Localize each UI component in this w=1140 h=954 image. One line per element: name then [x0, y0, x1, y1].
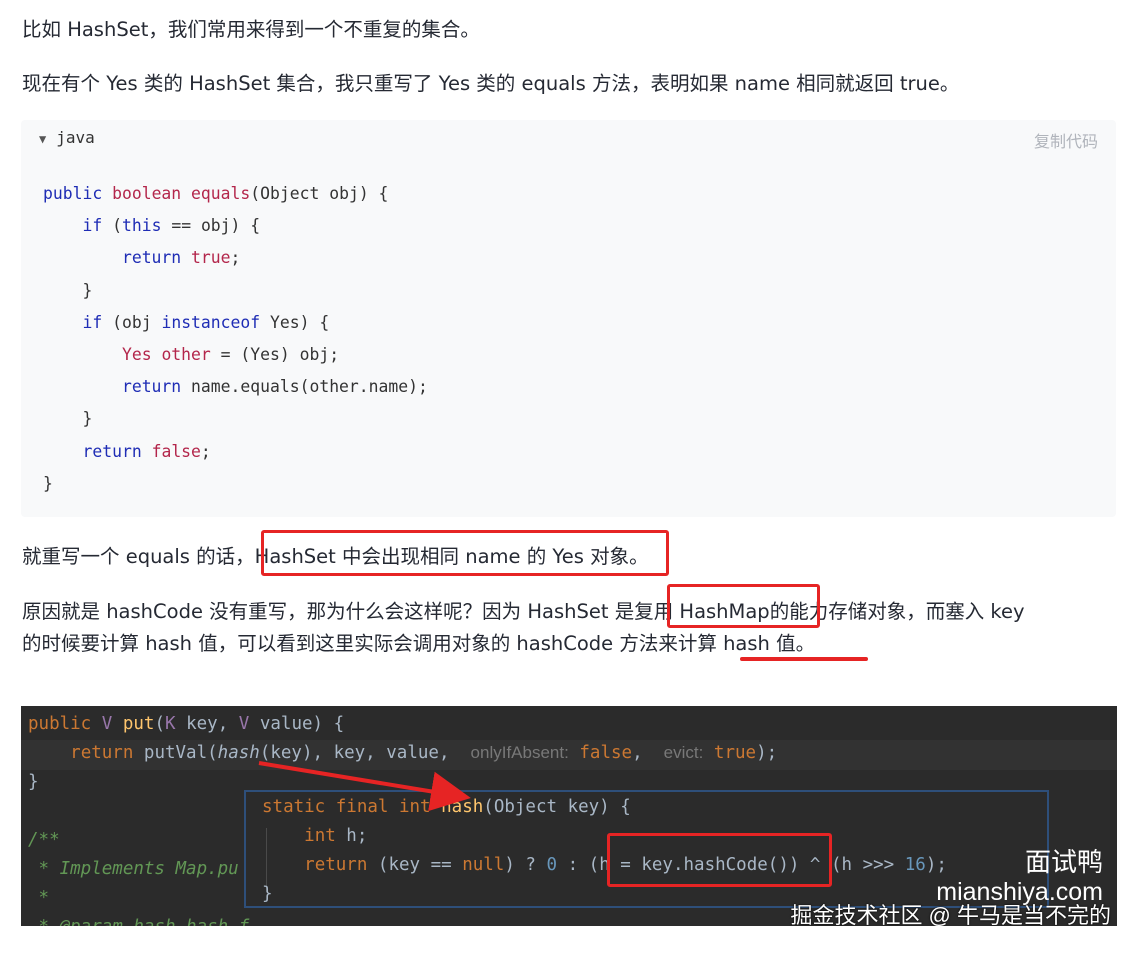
code-language-toggle[interactable]: ▼ java — [39, 128, 95, 147]
watermark-mianshiya-cn: 面试鸭 — [1024, 847, 1103, 877]
paragraph-yes-class: 现在有个 Yes 类的 HashSet 集合，我只重写了 Yes 类的 equa… — [22, 72, 960, 95]
triangle-down-icon: ▼ — [39, 132, 47, 146]
code-content: public boolean equals(Object obj) { if (… — [43, 184, 428, 493]
code-language-label: java — [56, 128, 95, 147]
paragraph-hashset-intro: 比如 HashSet，我们常用来得到一个不重复的集合。 — [22, 18, 480, 41]
code-block-header: ▼ java 复制代码 — [21, 120, 1116, 158]
paragraph-hash-calc-prefix: 的时候要计算 hash 值，可以看到这里实际会调用对象的 hashCode 方法… — [22, 632, 717, 655]
paragraph-reason-prefix: 原因就是 hashCode 没有重写，那为什么会这样呢？因为 HashSet 是 — [22, 600, 635, 623]
paragraph-reason: 原因就是 hashCode 没有重写，那为什么会这样呢？因为 HashSet 是… — [22, 596, 1025, 628]
paragraph-hash-calc: 的时候要计算 hash 值，可以看到这里实际会调用对象的 hashCode 方法… — [22, 628, 815, 660]
annotation-box-duplicate — [261, 530, 669, 576]
watermark-juejin: 掘金技术社区 @ 牛马是当不完的 — [790, 903, 1111, 926]
annotation-box-hashmap — [667, 584, 820, 628]
code-block: ▼ java 复制代码 public boolean equals(Object … — [21, 120, 1116, 517]
ide-screenshot: public V put(K key, V value) { return pu… — [21, 706, 1117, 926]
copy-code-button[interactable]: 复制代码 — [1034, 128, 1098, 152]
paragraph-result-prefix: 就重写一个 equals 的话， — [22, 545, 255, 568]
annotation-underline-hash — [740, 657, 868, 661]
paragraph-hash-calc-underlined: hash 值。 — [716, 632, 816, 655]
